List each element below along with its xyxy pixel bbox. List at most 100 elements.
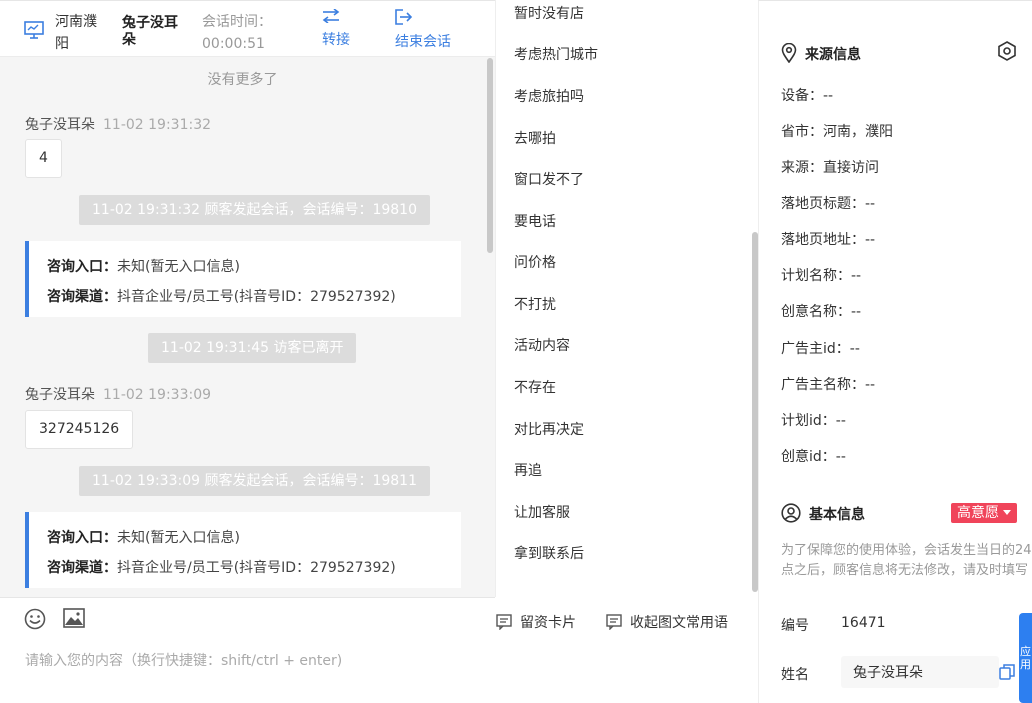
- user-circle-icon: [781, 503, 801, 523]
- end-session-button[interactable]: 结束会话: [395, 9, 451, 51]
- sender-name: 兔子没耳朵: [25, 117, 95, 133]
- customer-name: 兔子没耳朵: [122, 15, 178, 48]
- message-sender: 兔子没耳朵 11-02 19:31:32: [25, 114, 211, 134]
- phrase-item[interactable]: 去哪拍: [514, 128, 556, 148]
- field-value: --: [835, 449, 846, 465]
- field-value: --: [849, 341, 860, 357]
- lead-card-label: 留资卡片: [520, 615, 576, 631]
- message-bubble: 327245126: [25, 410, 134, 449]
- source-field-device: 设备：--: [781, 85, 833, 105]
- caret-down-icon: [1003, 510, 1011, 515]
- field-value: --: [865, 377, 876, 393]
- phrase-item[interactable]: 再追: [514, 460, 542, 480]
- end-session-label: 结束会话: [395, 34, 451, 50]
- field-label: 计划名称：: [781, 268, 851, 284]
- consult-entry-value: 未知(暂无入口信息): [117, 259, 240, 275]
- source-field-advertiser-id: 广告主id：--: [781, 338, 860, 358]
- consult-entry-label: 咨询入口：: [47, 259, 117, 275]
- no-more-hint: 没有更多了: [207, 72, 278, 88]
- collapse-phrases-label: 收起图文常用语: [630, 615, 728, 631]
- transfer-button[interactable]: 转接: [322, 9, 350, 49]
- source-field-plan-name: 计划名称：--: [781, 265, 861, 285]
- field-value: 河南，濮阳: [823, 124, 893, 140]
- message-time: 11-02 19:33:09: [103, 387, 212, 403]
- customer-name-label: 姓名: [781, 667, 809, 683]
- system-notice: 11-02 19:33:09 顾客发起会话，会话编号：19811: [79, 466, 430, 496]
- field-label: 创意id：: [781, 449, 836, 465]
- quick-phrase-panel: 暂时没有店 考虑热门城市 考虑旅拍吗 去哪拍 窗口发不了 要电话 问价格 不打扰…: [495, 0, 758, 597]
- visitor-location: 河南濮阳: [55, 14, 97, 52]
- phrase-item[interactable]: 不存在: [514, 377, 556, 397]
- phrase-item[interactable]: 要电话: [514, 211, 556, 231]
- customer-id-value: 16471: [841, 615, 886, 631]
- card-icon: [496, 614, 512, 631]
- session-time-value: 00:00:51: [202, 36, 265, 52]
- field-label: 广告主id：: [781, 341, 850, 357]
- consult-info-card: 咨询入口：未知(暂无入口信息) 咨询渠道：抖音企业号/员工号(抖音号ID：279…: [25, 241, 461, 317]
- consult-channel-label: 咨询渠道：: [47, 289, 117, 305]
- field-label: 设备：: [781, 88, 823, 104]
- source-field-creative-name: 创意名称：--: [781, 301, 861, 321]
- location-pin-icon: [781, 42, 797, 64]
- field-value: 直接访问: [823, 160, 879, 176]
- phrase-item[interactable]: 考虑热门城市: [514, 44, 598, 64]
- consult-entry-row: 咨询入口：未知(暂无入口信息): [47, 523, 461, 553]
- chat-workspace: 河南濮阳 兔子没耳朵 会话时间： 00:00:51 转接 结束会话 没有更多了 …: [0, 0, 1032, 703]
- phrase-item[interactable]: 考虑旅拍吗: [514, 86, 584, 106]
- sender-name: 兔子没耳朵: [25, 387, 95, 403]
- consult-entry-label: 咨询入口：: [47, 530, 117, 546]
- collapse-phrases-button[interactable]: 收起图文常用语: [606, 612, 728, 632]
- session-time-label: 会话时间：: [202, 14, 272, 30]
- phrase-item[interactable]: 让加客服: [514, 502, 570, 522]
- composer-input[interactable]: 请输入您的内容（换行快捷键：shift/ctrl + enter): [25, 650, 342, 670]
- consult-entry-value: 未知(暂无入口信息): [117, 530, 240, 546]
- system-notice: 11-02 19:31:45 访客已离开: [148, 333, 357, 363]
- basic-title-text: 基本信息: [809, 507, 865, 523]
- comment-icon: [606, 614, 622, 631]
- consult-channel-value: 抖音企业号/员工号(抖音号ID：279527392): [117, 560, 396, 576]
- source-title-text: 来源信息: [805, 47, 861, 63]
- monitor-icon: [24, 21, 44, 39]
- phrase-item[interactable]: 拿到联系后: [514, 543, 584, 563]
- customer-info-panel: 来源信息 设备：-- 省市：河南，濮阳 来源：直接访问 落地页标题：-- 落地页…: [758, 0, 1032, 703]
- phrase-item[interactable]: 活动内容: [514, 335, 570, 355]
- field-value: --: [851, 304, 862, 320]
- phrase-item[interactable]: 不打扰: [514, 294, 556, 314]
- emoji-icon[interactable]: [24, 608, 46, 630]
- transfer-label: 转接: [322, 32, 350, 48]
- field-label: 省市：: [781, 124, 823, 140]
- message-list[interactable]: 没有更多了 兔子没耳朵 11-02 19:31:32 4 11-02 19:31:…: [0, 57, 495, 597]
- chat-panel: 河南濮阳 兔子没耳朵 会话时间： 00:00:51 转接 结束会话 没有更多了 …: [0, 0, 495, 703]
- field-label: 来源：: [781, 160, 823, 176]
- consult-entry-row: 咨询入口：未知(暂无入口信息): [47, 252, 461, 282]
- field-value: --: [823, 88, 834, 104]
- system-notice: 11-02 19:31:32 顾客发起会话，会话编号：19810: [79, 195, 430, 225]
- field-label: 落地页地址：: [781, 232, 865, 248]
- source-field-landing-url: 落地页地址：--: [781, 229, 875, 249]
- intent-level-dropdown[interactable]: 高意愿: [951, 503, 1017, 523]
- customer-name-input[interactable]: [841, 656, 999, 688]
- phrase-item[interactable]: 窗口发不了: [514, 169, 584, 189]
- consult-channel-row: 咨询渠道：抖音企业号/员工号(抖音号ID：279527392): [47, 553, 461, 583]
- field-value: --: [865, 196, 876, 212]
- field-value: --: [865, 232, 876, 248]
- basic-info-title: 基本信息: [781, 503, 865, 524]
- field-value: --: [851, 268, 862, 284]
- field-label: 创意名称：: [781, 304, 851, 320]
- eye-hide-icon[interactable]: [997, 41, 1017, 61]
- copy-icon[interactable]: [999, 664, 1015, 680]
- chat-header: 河南濮阳 兔子没耳朵 会话时间： 00:00:51 转接 结束会话: [0, 0, 495, 57]
- field-label: 广告主名称：: [781, 377, 865, 393]
- customer-id-label: 编号: [781, 618, 809, 634]
- phrase-item[interactable]: 暂时没有店: [514, 3, 584, 23]
- lead-card-button[interactable]: 留资卡片: [496, 612, 576, 632]
- chat-scrollbar[interactable]: [487, 58, 493, 253]
- phrase-item[interactable]: 对比再决定: [514, 419, 584, 439]
- message-bubble: 4: [25, 139, 62, 178]
- side-app-tab[interactable]: 应用: [1019, 613, 1032, 703]
- consult-channel-label: 咨询渠道：: [47, 560, 117, 576]
- transfer-icon: [322, 9, 340, 23]
- consult-channel-row: 咨询渠道：抖音企业号/员工号(抖音号ID：279527392): [47, 282, 461, 312]
- image-icon[interactable]: [63, 608, 85, 628]
- phrase-item[interactable]: 问价格: [514, 252, 556, 272]
